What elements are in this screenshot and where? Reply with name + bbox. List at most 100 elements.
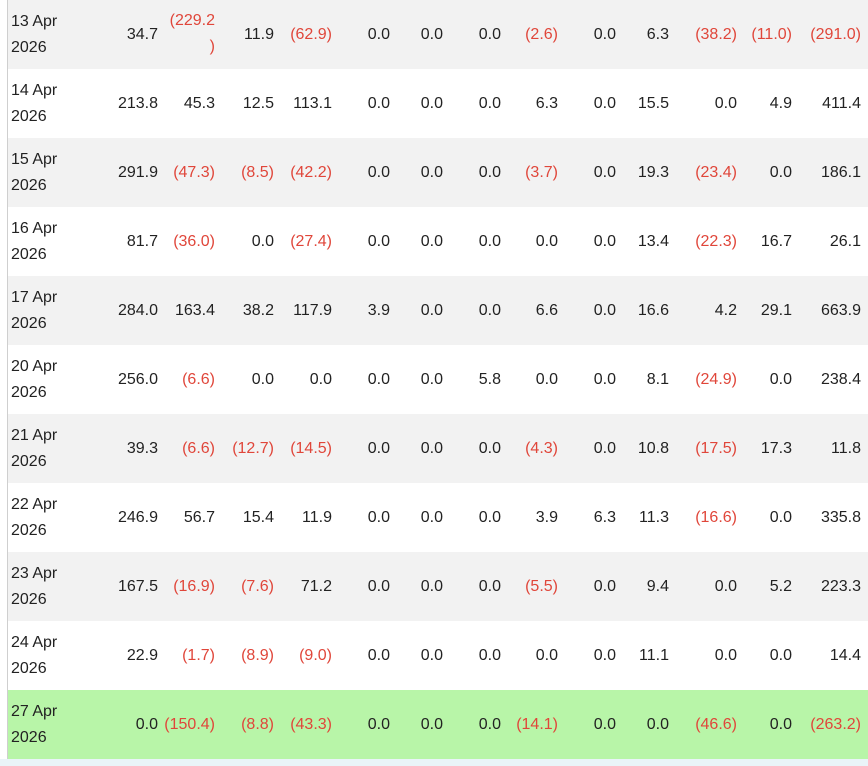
value-cell: 0.0: [420, 25, 443, 43]
value-cell: 0.0: [593, 715, 616, 733]
value-cell: 3.9: [367, 301, 390, 319]
value-cell: 71.2: [300, 577, 332, 595]
value-cell: (16.6): [695, 508, 737, 526]
value-cell: 0.0: [367, 370, 390, 388]
value-cell: 29.1: [760, 301, 792, 319]
date-cell: 16 Apr 2026: [11, 219, 58, 263]
value-cell: 0.0: [420, 577, 443, 595]
table-row[interactable]: 14 Apr 2026 213.8 45.3 12.5 113.1 0.0 0.0 0.0 6.…: [8, 69, 868, 138]
value-cell: 0.0: [367, 577, 390, 595]
value-cell: 0.0: [367, 646, 390, 664]
value-cell: (62.9): [290, 25, 332, 43]
value-cell: 0.0: [714, 577, 737, 595]
date-cell: 17 Apr 2026: [11, 288, 58, 332]
value-cell: 0.0: [367, 94, 390, 112]
value-cell: 0.0: [420, 508, 443, 526]
value-cell: 0.0: [420, 163, 443, 181]
value-cell: 10.8: [637, 439, 669, 457]
value-cell: 0.0: [420, 715, 443, 733]
value-cell: 22.9: [126, 646, 158, 664]
table-row[interactable]: 27 Apr 2026 0.0 (150.4) (8.8) (43.3) 0.0 0.0 0.…: [8, 690, 868, 759]
table-row[interactable]: 15 Apr 2026 291.9 (47.3) (8.5) (42.2) 0.0 0.0 0…: [8, 138, 868, 207]
table-row[interactable]: 20 Apr 2026 256.0 (6.6) 0.0 0.0 0.0 0.0 5.8 0.0 0…: [8, 345, 868, 414]
value-cell: 0.0: [593, 646, 616, 664]
value-cell: 0.0: [367, 25, 390, 43]
value-cell: 0.0: [535, 370, 558, 388]
value-cell: 0.0: [769, 715, 792, 733]
value-cell: 0.0: [420, 646, 443, 664]
value-cell: 11.3: [639, 508, 669, 526]
value-cell: 0.0: [769, 163, 792, 181]
value-cell: (8.8): [241, 715, 274, 733]
value-cell: 167.5: [117, 577, 158, 595]
value-cell: 0.0: [769, 508, 792, 526]
value-cell: 5.8: [478, 370, 501, 388]
value-cell: (24.9): [695, 370, 737, 388]
table-row[interactable]: 21 Apr 2026 39.3 (6.6) (12.7) (14.5) 0.0 0.0 0.…: [8, 414, 868, 483]
value-cell: 0.0: [535, 232, 558, 250]
value-cell: 26.1: [829, 232, 861, 250]
value-cell: 15.5: [637, 94, 669, 112]
table-row[interactable]: 24 Apr 2026 22.9 (1.7) (8.9) (9.0) 0.0 0.0 0.0 0…: [8, 621, 868, 690]
data-table: 13 Apr 2026 34.7 (229.2 ) 11.9 (62.9) 0.0 0.0 0…: [7, 0, 868, 759]
table-row[interactable]: 16 Apr 2026 81.7 (36.0) 0.0 (27.4) 0.0 0.0 0.0 0…: [8, 207, 868, 276]
value-cell: 0.0: [593, 232, 616, 250]
value-cell: 0.0: [593, 439, 616, 457]
value-cell: 213.8: [117, 94, 158, 112]
value-cell: 0.0: [251, 232, 274, 250]
value-cell: 17.3: [760, 439, 792, 457]
value-cell: 0.0: [478, 163, 501, 181]
value-cell: (46.6): [695, 715, 737, 733]
value-cell: 0.0: [478, 301, 501, 319]
value-cell: 0.0: [420, 232, 443, 250]
table-row[interactable]: 13 Apr 2026 34.7 (229.2 ) 11.9 (62.9) 0.0 0.0 0…: [8, 0, 868, 69]
value-cell: 11.1: [639, 646, 669, 664]
value-cell: 0.0: [478, 439, 501, 457]
value-cell: 0.0: [714, 646, 737, 664]
value-cell: 6.6: [535, 301, 558, 319]
bottom-strip: [0, 759, 868, 766]
value-cell: 11.9: [244, 25, 274, 43]
date-cell: 21 Apr 2026: [11, 426, 58, 470]
value-cell: 0.0: [251, 370, 274, 388]
value-cell: 0.0: [593, 370, 616, 388]
value-cell: 15.4: [242, 508, 274, 526]
value-cell: 0.0: [367, 232, 390, 250]
value-cell: 0.0: [593, 301, 616, 319]
value-cell: 246.9: [117, 508, 158, 526]
date-cell: 23 Apr 2026: [11, 564, 58, 608]
value-cell: (7.6): [241, 577, 274, 595]
value-cell: (5.5): [525, 577, 558, 595]
value-cell: 0.0: [478, 715, 501, 733]
value-cell: 223.3: [820, 577, 861, 595]
value-cell: 0.0: [420, 301, 443, 319]
value-cell: 0.0: [646, 715, 669, 733]
value-cell: 0.0: [714, 94, 737, 112]
value-cell: 14.4: [829, 646, 861, 664]
table-row[interactable]: 23 Apr 2026 167.5 (16.9) (7.6) 71.2 0.0 0.0 0.0…: [8, 552, 868, 621]
value-cell: 163.4: [174, 301, 215, 319]
value-cell: (263.2): [810, 715, 861, 733]
value-cell: 19.3: [637, 163, 669, 181]
table-row[interactable]: 22 Apr 2026 246.9 56.7 15.4 11.9 0.0 0.0 0.0 3.9…: [8, 483, 868, 552]
value-cell: (6.6): [182, 370, 215, 388]
value-cell: 8.1: [646, 370, 669, 388]
value-cell: 0.0: [367, 163, 390, 181]
value-cell: 411.4: [822, 94, 861, 112]
date-cell: 14 Apr 2026: [11, 81, 58, 125]
value-cell: (43.3): [290, 715, 332, 733]
value-cell: 4.9: [769, 94, 792, 112]
value-cell: 16.7: [760, 232, 792, 250]
value-cell: 0.0: [367, 715, 390, 733]
date-cell: 27 Apr 2026: [11, 702, 58, 746]
value-cell: 0.0: [535, 646, 558, 664]
table-row[interactable]: 17 Apr 2026 284.0 163.4 38.2 117.9 3.9 0.0 0.0 6…: [8, 276, 868, 345]
value-cell: 38.2: [242, 301, 274, 319]
value-cell: 0.0: [593, 94, 616, 112]
value-cell: 6.3: [646, 25, 669, 43]
value-cell: 5.2: [769, 577, 792, 595]
value-cell: 0.0: [478, 25, 501, 43]
value-cell: (17.5): [695, 439, 737, 457]
value-cell: 81.7: [126, 232, 158, 250]
value-cell: (4.3): [525, 439, 558, 457]
